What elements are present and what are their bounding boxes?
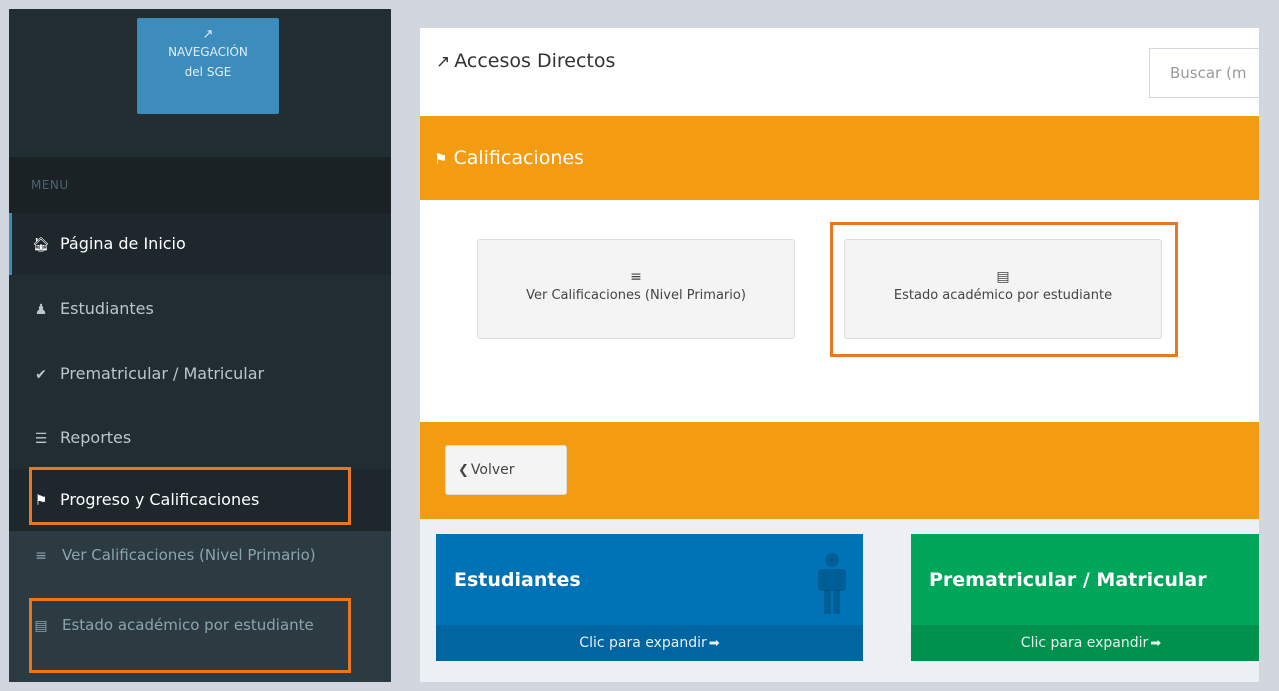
sidebar-item-label: Prematricular / Matricular xyxy=(60,364,265,383)
sidebar-item-label: Página de Inicio xyxy=(60,234,186,253)
submenu-item-ver-calificaciones[interactable]: ≡ Ver Calificaciones (Nivel Primario) xyxy=(32,545,352,567)
box-footer-label: Clic para expandir xyxy=(579,635,707,651)
box-footer-label: Clic para expandir xyxy=(1020,635,1149,651)
shortcuts-header: ↗ Accesos Directos xyxy=(420,28,1259,116)
sidebar-item-label: Reportes xyxy=(60,428,132,447)
external-link-icon: ↗ xyxy=(436,52,451,72)
list-ol-icon: ≡ xyxy=(630,269,642,285)
sidebar: ↗ NAVEGACIÓN del SGE MENU 🏠︎ Página de In… xyxy=(9,9,391,682)
section-title: Calificaciones xyxy=(453,147,584,169)
sidebar-item-label: Estudiantes xyxy=(60,299,154,318)
sidebar-item-home[interactable]: 🏠︎ Página de Inicio xyxy=(9,213,391,275)
file-text-icon: ☰ xyxy=(34,431,48,447)
flag-checkered-icon: ⚑ xyxy=(34,493,48,509)
sge-navigation-button[interactable]: ↗ NAVEGACIÓN del SGE xyxy=(137,18,279,114)
user-icon: ♟ xyxy=(34,302,48,318)
students-box[interactable]: Estudiantes Clic para expandir ➡ xyxy=(436,534,863,661)
submenu-item-label: Ver Calificaciones (Nivel Primario) xyxy=(62,546,316,564)
calificaciones-header: ⚑ Calificaciones xyxy=(420,116,1259,200)
arrow-circle-right-icon: ➡ xyxy=(1150,636,1162,651)
check-icon: ✔ xyxy=(35,367,47,383)
sidebar-item-students[interactable]: ♟ Estudiantes xyxy=(9,278,391,340)
back-button-label: Volver xyxy=(470,462,515,478)
back-bar: ❮ Volver xyxy=(420,422,1259,519)
sidebar-item-prematricular[interactable]: ✔ Prematricular / Matricular xyxy=(9,343,391,405)
flag-checkered-icon: ⚑ xyxy=(434,150,448,168)
calificaciones-body: ≡ Ver Calificaciones (Nivel Primario) ▤ … xyxy=(420,200,1259,422)
list-ol-icon: ≡ xyxy=(35,548,47,564)
sidebar-item-label: Progreso y Calificaciones xyxy=(60,490,260,509)
box-title: Prematricular / Matricular xyxy=(929,569,1207,591)
progress-submenu: ≡ Ver Calificaciones (Nivel Primario) ▤ Es… xyxy=(9,531,391,682)
sge-navigation-line1: NAVEGACIÓN xyxy=(168,45,248,59)
chevron-left-icon: ❮ xyxy=(458,463,469,478)
menu-header: MENU xyxy=(9,157,391,213)
page-title: ↗ Accesos Directos xyxy=(436,50,615,72)
box-title: Estudiantes xyxy=(454,569,581,591)
search-input[interactable] xyxy=(1149,48,1259,98)
box-footer-link[interactable]: Clic para expandir ➡ xyxy=(436,625,863,661)
submenu-item-label: Estado académico por estudiante xyxy=(62,616,314,634)
ver-calificaciones-button[interactable]: ≡ Ver Calificaciones (Nivel Primario) xyxy=(477,239,795,339)
sge-navigation-line2: del SGE xyxy=(184,65,232,79)
page-title-text: Accesos Directos xyxy=(454,50,616,72)
file-icon: ▤ xyxy=(996,269,1010,285)
sidebar-item-reports[interactable]: ☰ Reportes xyxy=(9,407,391,469)
shortcut-label: Ver Calificaciones (Nivel Primario) xyxy=(526,288,746,303)
estado-academico-button[interactable]: ▤ Estado académico por estudiante xyxy=(844,239,1162,339)
sidebar-item-progress[interactable]: ⚑ Progreso y Calificaciones xyxy=(9,469,391,531)
shortcut-label: Estado académico por estudiante xyxy=(893,288,1113,303)
home-icon: 🏠︎ xyxy=(32,237,50,253)
prematricular-box[interactable]: Prematricular / Matricular Clic para exp… xyxy=(911,534,1259,661)
box-footer-link[interactable]: Clic para expandir ➡ xyxy=(911,625,1259,661)
file-icon: ▤ xyxy=(34,618,48,634)
main-content: ↗Accesos Directos ⚑ Calificaciones ≡ Ver … xyxy=(420,28,1259,682)
submenu-item-estado-academico[interactable]: ▤ Estado académico por estudiante xyxy=(32,615,352,637)
external-link-icon: ↗ xyxy=(202,27,214,42)
arrow-circle-right-icon: ➡ xyxy=(708,636,720,651)
back-button[interactable]: ❮ Volver xyxy=(445,445,567,495)
user-icon xyxy=(818,553,846,614)
